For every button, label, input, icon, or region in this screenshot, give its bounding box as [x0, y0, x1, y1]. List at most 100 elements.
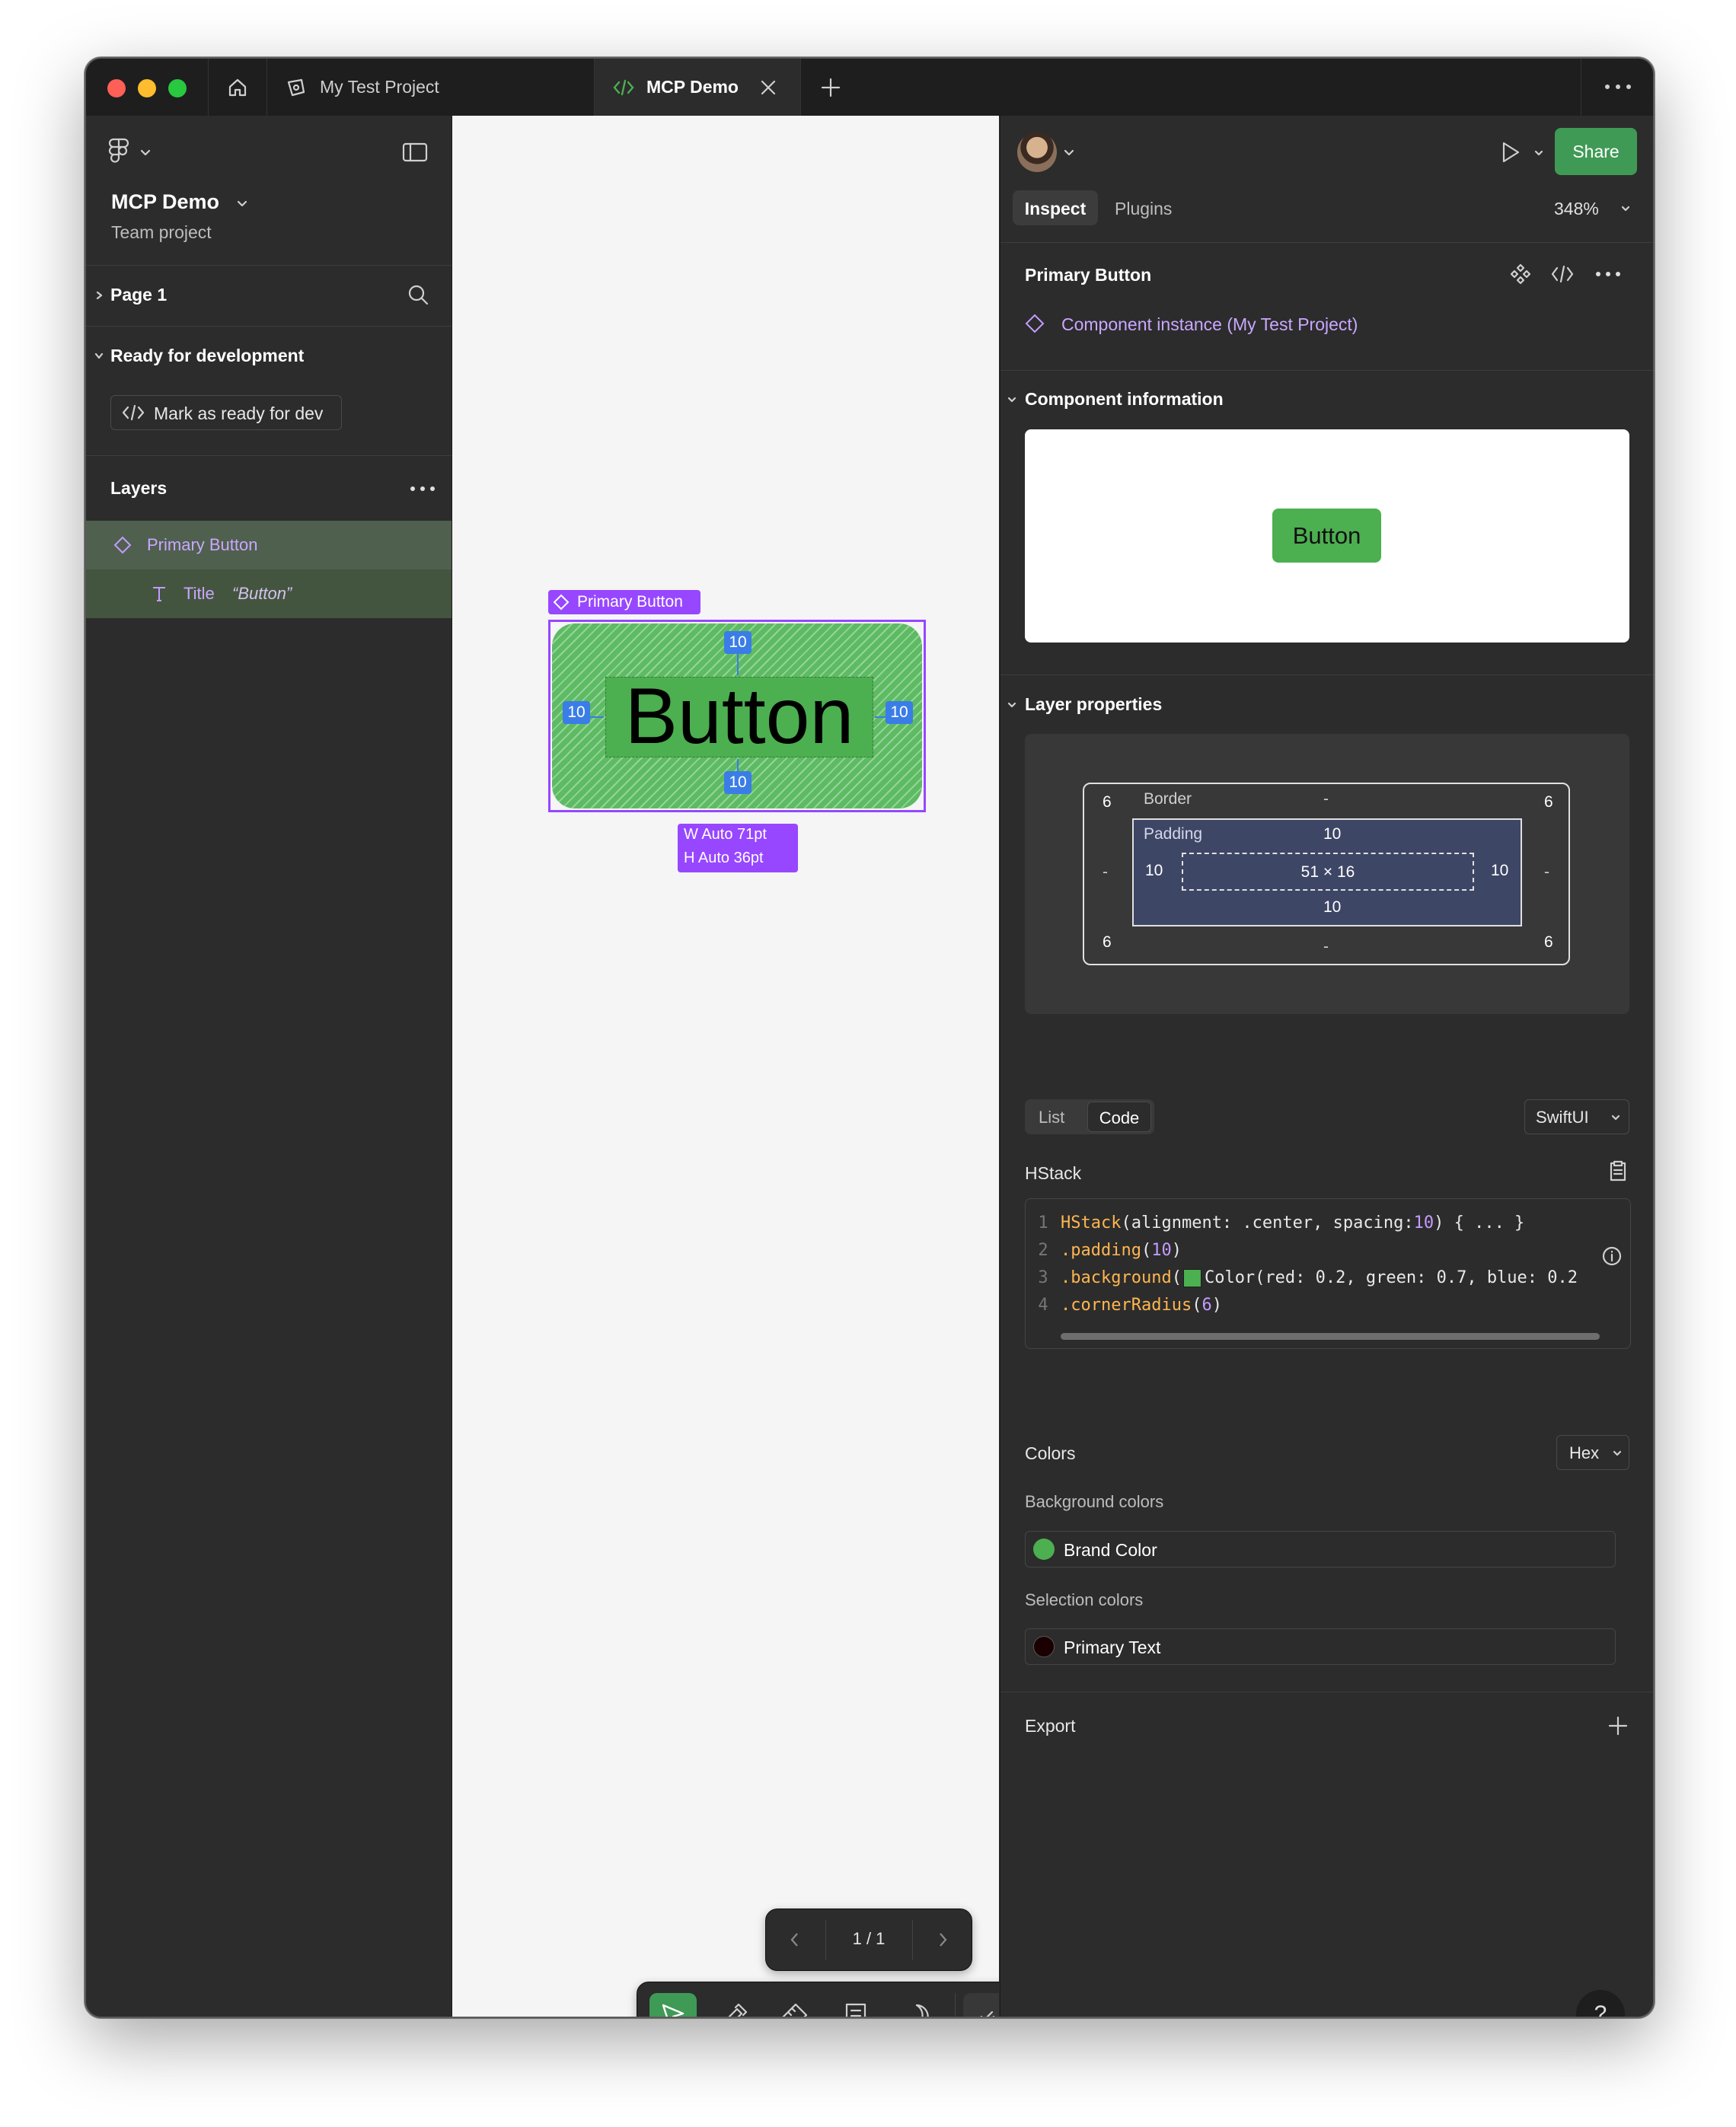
chevron-down-icon[interactable] [1063, 146, 1075, 158]
add-export-icon[interactable] [1607, 1714, 1629, 1737]
dev-tools-group [963, 1993, 999, 2017]
zoom-level[interactable]: 348% [1554, 199, 1599, 219]
tab-mcp-demo[interactable]: MCP Demo [595, 59, 801, 116]
chevron-down-icon [1611, 1115, 1620, 1121]
text-layer-icon [153, 587, 165, 601]
tab-inspect[interactable]: Inspect [1013, 190, 1098, 225]
instance-source-link[interactable]: Component instance (My Test Project) [1061, 314, 1358, 335]
padding-label: Padding [1144, 825, 1203, 843]
language-select[interactable]: SwiftUI [1524, 1099, 1629, 1134]
chevron-right-icon[interactable] [935, 1931, 950, 1949]
more-menu-button[interactable] [1581, 59, 1653, 116]
mark-ready-label: Mark as ready for dev [154, 403, 324, 423]
color-row-primary-text[interactable]: Primary Text [1025, 1628, 1616, 1665]
search-icon[interactable] [407, 283, 429, 306]
selection-label[interactable]: Primary Button [548, 590, 700, 614]
border-left-value: - [1103, 863, 1108, 881]
tab-label: My Test Project [320, 77, 439, 97]
layers-title: Layers [110, 478, 168, 498]
main-menu-button[interactable] [107, 137, 161, 167]
bottom-toolbar [637, 1982, 999, 2017]
chevron-down-icon[interactable] [1007, 394, 1017, 405]
help-button[interactable]: ? [1576, 1990, 1625, 2017]
chevron-down-icon [140, 149, 151, 156]
project-name: Team project [111, 222, 212, 242]
dev-section-title: Ready for development [110, 346, 305, 365]
share-button[interactable]: Share [1555, 128, 1637, 175]
color-row-brand[interactable]: Brand Color [1025, 1531, 1616, 1567]
page-selector[interactable]: Page 1 [110, 285, 167, 305]
mark-ready-button[interactable]: Mark as ready for dev [110, 395, 342, 430]
color-name: Primary Text [1064, 1638, 1161, 1657]
chevron-down-icon[interactable] [235, 196, 249, 210]
canvas[interactable]: Primary Button Button 10 10 10 10 W Auto… [452, 116, 999, 2017]
code-icon[interactable] [1550, 263, 1575, 285]
color-picker-icon[interactable] [719, 2001, 749, 2017]
code-line: 3 .background(Color(red: 0.2, green: 0.7,… [1038, 1268, 1578, 1287]
padding-bottom-badge: 10 [724, 771, 752, 794]
radius-top-left: 6 [1103, 793, 1112, 811]
more-icon [1605, 85, 1631, 89]
chevron-down-icon[interactable] [94, 350, 104, 361]
home-tab[interactable] [208, 59, 267, 116]
chevron-down-icon [1613, 1450, 1622, 1456]
minimize-window-button[interactable] [138, 79, 156, 97]
color-format-select[interactable]: Hex [1556, 1435, 1629, 1470]
draw-icon[interactable] [971, 2003, 998, 2017]
padding-right-badge: 10 [886, 701, 913, 724]
code-scrollbar[interactable] [1061, 1333, 1600, 1340]
code-icon [122, 404, 145, 421]
sidebar-toggle-icon[interactable] [401, 141, 429, 164]
chevron-right-icon[interactable] [94, 290, 104, 301]
chevron-left-icon[interactable] [787, 1931, 803, 1949]
comment-icon[interactable] [902, 2001, 932, 2017]
color-name: Brand Color [1064, 1540, 1157, 1560]
sel-colors-title: Selection colors [1025, 1590, 1144, 1609]
padding-bottom-value: 10 [1323, 898, 1342, 916]
annotation-icon[interactable] [841, 2001, 871, 2017]
button-title[interactable]: Button [605, 671, 873, 762]
zoom-window-button[interactable] [168, 79, 187, 97]
close-window-button[interactable] [107, 79, 126, 97]
tab-plugins[interactable]: Plugins [1115, 199, 1172, 219]
close-tab-icon[interactable] [758, 78, 778, 97]
content-size: 51 × 16 [1300, 863, 1355, 881]
info-icon[interactable] [1601, 1245, 1623, 1267]
layer-content: “Button” [232, 584, 292, 603]
file-name[interactable]: MCP Demo [111, 190, 219, 214]
tab-list[interactable]: List [1039, 1108, 1064, 1127]
component-icon[interactable] [1509, 263, 1532, 285]
chevron-down-icon[interactable] [1620, 203, 1631, 214]
layer-row-primary-button[interactable]: Primary Button [86, 521, 452, 569]
drafts-icon [287, 78, 305, 96]
padding-right-value: 10 [1491, 862, 1509, 879]
chevron-down-icon[interactable] [1007, 700, 1017, 710]
layer-props-title: Layer properties [1025, 694, 1163, 714]
layer-label: Title [183, 584, 215, 603]
tab-code[interactable]: Code [1087, 1102, 1151, 1132]
preview-button: Button [1272, 509, 1381, 563]
color-format-value: Hex [1569, 1443, 1600, 1462]
code-block[interactable]: 1 HStack (alignment: .center, spacing: 10)… [1025, 1198, 1631, 1349]
clipboard-icon[interactable] [1608, 1159, 1628, 1182]
tab-inspect-label: Inspect [1024, 199, 1087, 218]
border-bottom-value: - [1323, 938, 1329, 955]
selected-button-frame[interactable]: Button 10 10 10 10 [548, 620, 926, 812]
size-label: W Auto 71pt H Auto 36pt [678, 824, 798, 872]
border-label: Border [1144, 790, 1192, 808]
radius-bottom-right: 6 [1544, 933, 1553, 951]
move-tool-button[interactable] [649, 1993, 697, 2017]
more-icon[interactable] [1594, 270, 1622, 278]
tab-my-test-project[interactable]: My Test Project [266, 59, 595, 116]
box-model: Border - - - - 6 6 6 6 Padding 10 10 10 … [1025, 734, 1629, 1014]
more-icon[interactable] [409, 485, 436, 493]
play-icon[interactable] [1497, 139, 1523, 165]
new-tab-icon[interactable] [819, 76, 842, 99]
chevron-down-icon[interactable] [1533, 148, 1544, 158]
layer-row-title[interactable]: Title “Button” [86, 569, 452, 618]
app-window: My Test Project MCP Demo MCP Demo Team p… [85, 57, 1655, 2018]
code-line: 1 HStack (alignment: .center, spacing: 10)… [1038, 1213, 1525, 1233]
radius-top-right: 6 [1544, 793, 1553, 811]
ruler-icon[interactable] [779, 2001, 809, 2017]
avatar[interactable] [1017, 132, 1057, 172]
